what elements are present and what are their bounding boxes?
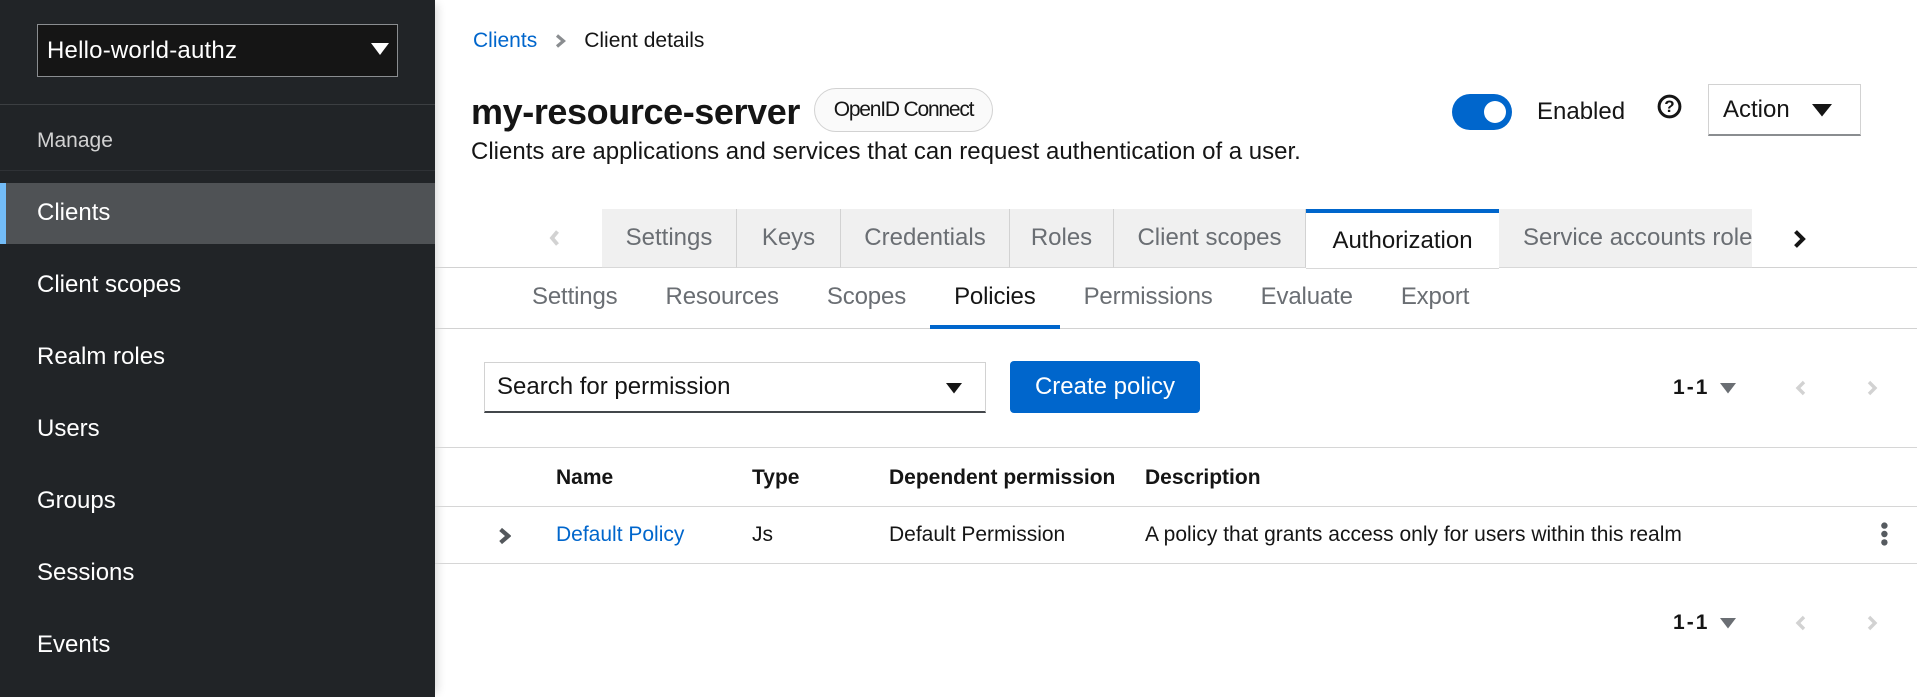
svg-text:?: ? <box>1664 97 1674 116</box>
